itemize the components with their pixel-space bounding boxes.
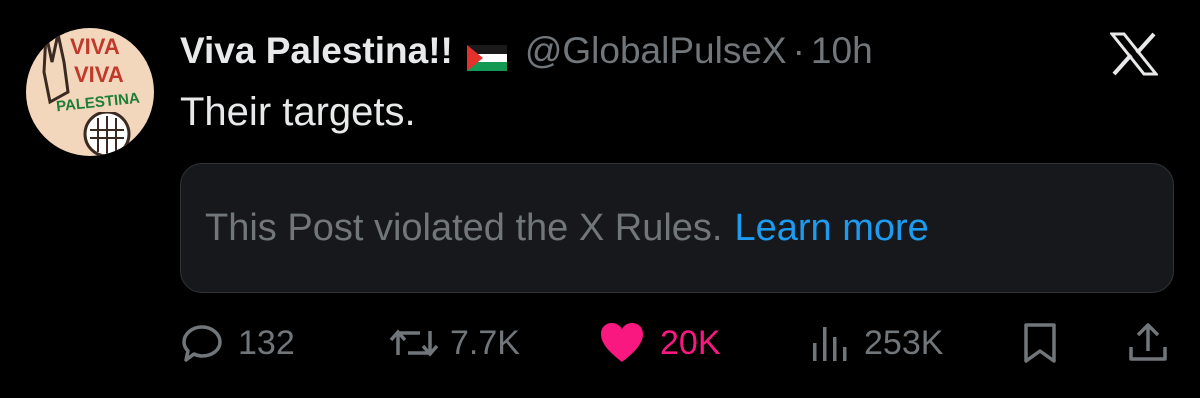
avatar-text-1: VIVA (70, 34, 120, 59)
repost-count: 7.7K (450, 323, 520, 362)
palestine-flag-icon (466, 38, 507, 71)
like-count: 20K (660, 323, 721, 362)
bookmark-button[interactable] (1022, 318, 1058, 368)
notice-text: This Post violated the X Rules. (205, 206, 723, 249)
post-text: Their targets. (180, 90, 416, 134)
separator-dot: · (792, 30, 805, 71)
views-button[interactable]: 253K (810, 318, 943, 368)
share-button[interactable] (1126, 318, 1170, 368)
avatar-text-2: VIVA (74, 62, 124, 87)
bookmark-icon (1024, 323, 1056, 363)
avatar[interactable]: VIVA VIVA PALESTINA (26, 28, 154, 156)
post-time[interactable]: 10h (811, 30, 873, 72)
heart-icon (601, 323, 643, 362)
reply-button[interactable]: 132 (180, 318, 295, 368)
post-header: Viva Palestina!! @GlobalPulseX · 10h (180, 30, 873, 72)
violation-notice: This Post violated the X Rules. Learn mo… (180, 163, 1174, 293)
peace-hand-icon (42, 33, 70, 105)
learn-more-link[interactable]: Learn more (734, 207, 928, 250)
x-logo-icon[interactable] (1110, 32, 1158, 76)
handle[interactable]: @GlobalPulseX (525, 30, 787, 72)
display-name[interactable]: Viva Palestina!! (180, 30, 453, 72)
like-button[interactable]: 20K (598, 318, 721, 368)
reply-icon (182, 325, 222, 362)
views-icon (813, 327, 847, 361)
keffiyeh-figure-icon (83, 112, 131, 156)
repost-button[interactable]: 7.7K (386, 318, 520, 368)
action-bar: 132 7.7K 20K 253K (180, 318, 1180, 368)
views-count: 253K (864, 323, 944, 362)
reply-count: 132 (238, 323, 295, 362)
share-icon (1129, 323, 1167, 361)
repost-icon (389, 329, 439, 357)
